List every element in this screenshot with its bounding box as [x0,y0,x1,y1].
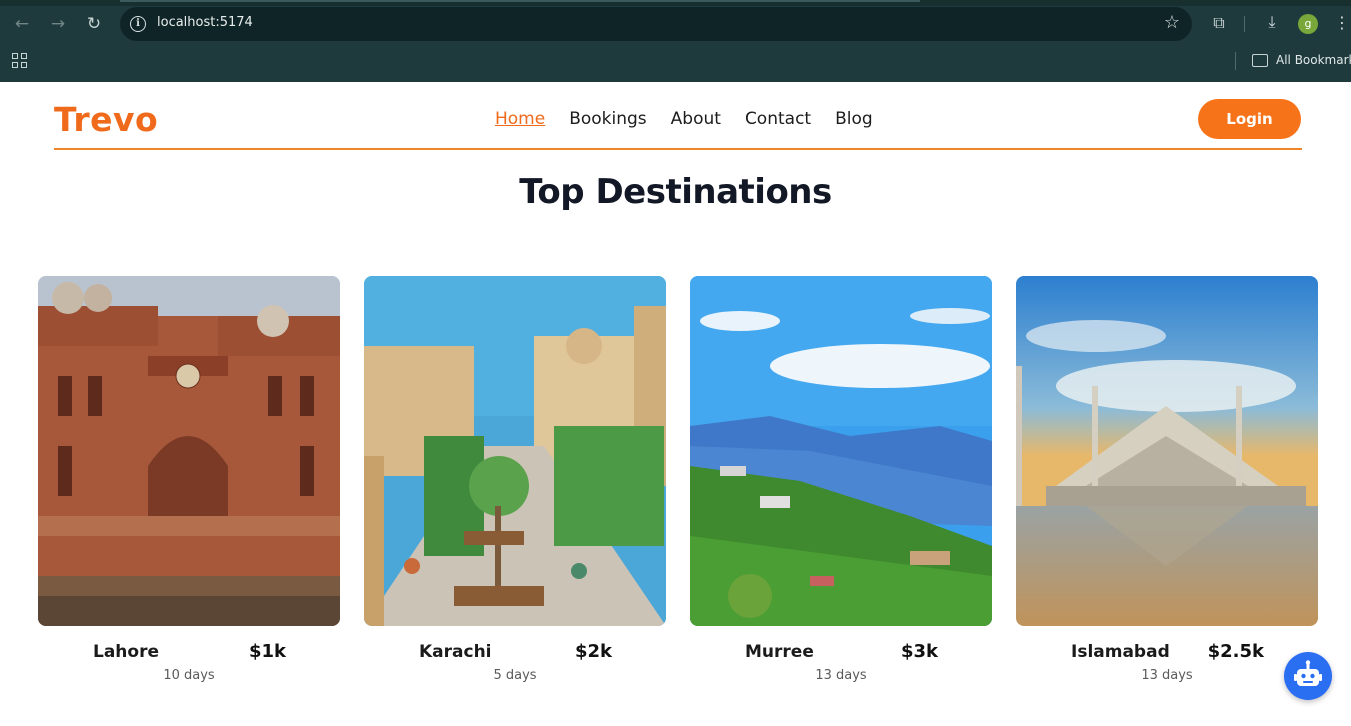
destination-meta: Lahore $1k 10 days [38,626,340,683]
apps-grid-icon[interactable] [12,53,28,69]
all-bookmarks-link[interactable]: All Bookmarks [1276,53,1351,67]
nav-link-blog[interactable]: Blog [835,109,873,129]
download-icon[interactable]: ⤓ [1262,12,1282,34]
site-info-icon[interactable]: i [130,16,146,32]
destination-city: Islamabad [1071,642,1170,662]
destination-card[interactable]: Karachi $2k 5 days [364,276,666,683]
bookmark-star-icon[interactable]: ☆ [1164,12,1180,33]
section-title: Top Destinations [519,172,832,212]
destination-image-murree[interactable] [690,276,992,626]
destination-price: $2.5k [1207,641,1264,662]
destination-duration: 13 days [815,668,867,683]
address-bar[interactable]: i localhost:5174 ☆ [120,7,1192,41]
destination-city: Lahore [93,642,159,662]
browser-menu-icon[interactable]: ⋮ [1334,12,1350,34]
forward-icon[interactable]: → [46,12,70,36]
browser-chrome: ← → ↻ i localhost:5174 ☆ ⧉ ⤓ g ⋮ All Boo… [0,0,1351,82]
destination-card[interactable]: Lahore $1k 10 days [38,276,340,683]
destination-city: Karachi [419,642,492,662]
main-nav: Home Bookings About Contact Blog [495,109,873,129]
destination-duration: 5 days [493,668,537,683]
nav-link-about[interactable]: About [671,109,721,129]
robot-icon [1294,660,1322,686]
destination-city: Murree [745,642,814,662]
profile-avatar[interactable]: g [1298,14,1318,34]
nav-link-bookings[interactable]: Bookings [569,109,646,129]
page: Trevo Home Bookings About Contact Blog L… [0,82,1351,726]
destination-duration: 10 days [163,668,215,683]
chatbot-button[interactable] [1284,652,1332,700]
destination-image-islamabad[interactable] [1016,276,1318,626]
destination-duration: 13 days [1141,668,1193,683]
destination-meta: Karachi $2k 5 days [364,626,666,683]
nav-link-contact[interactable]: Contact [745,109,811,129]
reload-icon[interactable]: ↻ [82,12,106,36]
destination-meta: Murree $3k 13 days [690,626,992,683]
destination-image-karachi[interactable] [364,276,666,626]
destination-meta: Islamabad $2.5k 13 days [1016,626,1318,683]
bookmarks-divider [1235,52,1236,70]
url-text[interactable]: localhost:5174 [157,15,253,30]
destination-price: $1k [248,641,286,662]
login-button[interactable]: Login [1198,99,1301,139]
destination-card[interactable]: Islamabad $2.5k 13 days [1016,276,1318,683]
destination-card[interactable]: Murree $3k 13 days [690,276,992,683]
destination-price: $2k [574,641,612,662]
extensions-icon[interactable]: ⧉ [1208,12,1230,34]
folder-icon[interactable] [1252,54,1268,67]
toolbar-divider [1244,16,1245,32]
destination-price: $3k [900,641,938,662]
header-divider [54,148,1302,150]
brand-logo[interactable]: Trevo [54,100,158,139]
tab-strip [0,0,1351,6]
nav-link-home[interactable]: Home [495,109,545,129]
destination-image-lahore[interactable] [38,276,340,626]
back-icon[interactable]: ← [10,12,34,36]
